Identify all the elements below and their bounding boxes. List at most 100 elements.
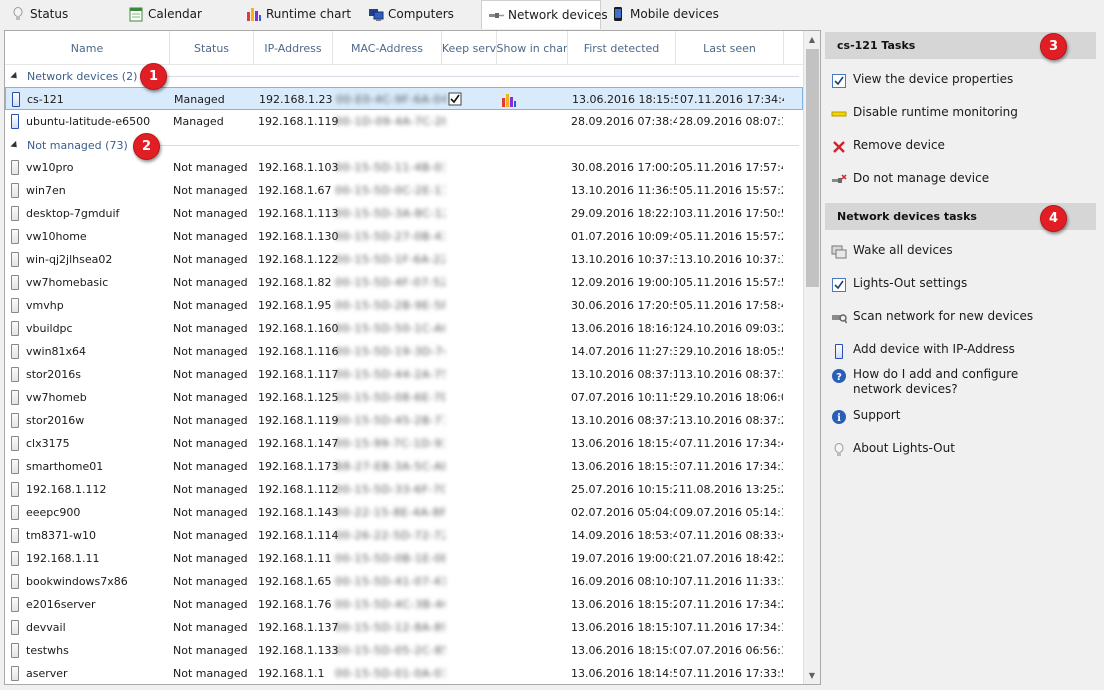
table-row[interactable]: tm8371-w10 Not managed 192.168.1.114 00-26-… xyxy=(5,524,803,547)
table-row[interactable]: ubuntu-latitude-e6500 Managed 192.168.1.… xyxy=(5,110,803,133)
table-row[interactable]: bookwindows7x86 Not managed 192.168.1.65 00… xyxy=(5,570,803,593)
table-row[interactable]: testwhs Not managed 192.168.1.133 00-15-5D-… xyxy=(5,639,803,662)
column-header-ip-address[interactable]: IP-Address xyxy=(254,31,333,65)
task-do-not-manage-device[interactable]: Do not manage device xyxy=(831,171,1097,188)
table-row[interactable]: eeepc900 Not managed 192.168.1.143 00-22-15… xyxy=(5,501,803,524)
table-row[interactable]: win-qj2jlhsea02 Not managed 192.168.1.122 0… xyxy=(5,248,803,271)
wake-icon xyxy=(831,244,847,260)
computers-icon xyxy=(368,6,384,22)
table-row[interactable]: devvail Not managed 192.168.1.137 00-15-5D-… xyxy=(5,616,803,639)
table-header: Name Status IP-Address MAC-Address Keep … xyxy=(5,31,803,65)
checkbox-icon xyxy=(831,73,847,89)
device-icon xyxy=(831,343,847,359)
group-header-network-devices[interactable]: Network devices (2) xyxy=(5,65,803,87)
table-row[interactable]: vw10pro Not managed 192.168.1.103 00-15-5D-… xyxy=(5,156,803,179)
task-wake-all-devices[interactable]: Wake all devices xyxy=(831,243,1097,260)
red-x-icon xyxy=(831,139,847,155)
table-row[interactable]: stor2016s Not managed 192.168.1.117 00-15-5… xyxy=(5,363,803,386)
group-divider xyxy=(145,75,799,77)
calendar-icon xyxy=(128,6,144,22)
bulb-icon xyxy=(831,442,847,458)
group-header-not-managed[interactable]: Not managed (73) xyxy=(5,134,803,156)
task-about-lights-out[interactable]: About Lights-Out xyxy=(831,441,1097,458)
collapse-triangle-icon[interactable] xyxy=(10,140,20,150)
tab-calendar[interactable]: Calendar xyxy=(122,0,202,28)
network-cable-icon xyxy=(488,7,504,23)
task-help-configure-network-devices[interactable]: ? How do I add and configure network dev… xyxy=(831,367,1097,397)
bulb-icon xyxy=(10,6,26,22)
table-row[interactable]: vwin81x64 Not managed 192.168.1.116 00-15-5… xyxy=(5,340,803,363)
tab-bar: Status Calendar Runtime chart Computers … xyxy=(0,0,1104,29)
table-row[interactable]: vbuildpc Not managed 192.168.1.160 00-15-5D… xyxy=(5,317,803,340)
cable-unplug-icon xyxy=(831,172,847,188)
task-view-device-properties[interactable]: View the device properties xyxy=(831,72,1097,89)
collapse-triangle-icon[interactable] xyxy=(10,71,20,81)
column-header-status[interactable]: Status xyxy=(170,31,254,65)
group-divider xyxy=(135,144,799,146)
device-icon xyxy=(11,114,19,129)
callout-badge-2: 2 xyxy=(133,133,160,160)
tab-computers[interactable]: Computers xyxy=(362,0,454,28)
task-support[interactable]: i Support xyxy=(831,408,1097,425)
svg-text:i: i xyxy=(837,413,841,424)
device-icon xyxy=(11,229,19,244)
table-row[interactable]: 192.168.1.112 Not managed 192.168.1.112 00-… xyxy=(5,478,803,501)
callout-badge-3: 3 xyxy=(1040,33,1067,60)
device-icon xyxy=(12,92,20,107)
table-row-selected[interactable]: cs-121 Managed 192.168.1.23 00-E0-4C-9F-… xyxy=(5,87,803,110)
device-icon xyxy=(11,390,19,405)
table-row[interactable]: stor2016w Not managed 192.168.1.119 00-15-5… xyxy=(5,409,803,432)
column-header-first-detected[interactable]: First detected xyxy=(568,31,676,65)
device-icon xyxy=(11,367,19,382)
tab-runtime-chart[interactable]: Runtime chart xyxy=(240,0,351,28)
device-icon xyxy=(11,505,19,520)
table-row[interactable]: win7en Not managed 192.168.1.67 00-15-5D-0C… xyxy=(5,179,803,202)
runtime-chart-icon xyxy=(501,92,517,108)
column-header-name[interactable]: Name xyxy=(5,31,170,65)
device-icon xyxy=(11,344,19,359)
device-icon xyxy=(11,551,19,566)
column-header-last-seen[interactable]: Last seen xyxy=(676,31,784,65)
callout-badge-1: 1 xyxy=(140,63,167,90)
device-icon xyxy=(11,528,19,543)
tab-status[interactable]: Status xyxy=(4,0,68,28)
tab-network-devices[interactable]: Network devices xyxy=(481,0,608,29)
device-icon xyxy=(11,436,19,451)
scrollbar-thumb[interactable] xyxy=(806,49,819,287)
table-row[interactable]: vw7homeb Not managed 192.168.1.125 00-15-5D… xyxy=(5,386,803,409)
mobile-phone-icon xyxy=(610,6,626,22)
device-icon xyxy=(11,321,19,336)
keep-service-checkbox-icon[interactable] xyxy=(448,92,464,108)
column-header-show-in-chart[interactable]: Show in char xyxy=(497,31,568,65)
device-icon xyxy=(11,482,19,497)
table-row[interactable]: smarthome01 Not managed 192.168.1.173 B8-27… xyxy=(5,455,803,478)
device-icon xyxy=(11,298,19,313)
column-header-mac-address[interactable]: MAC-Address xyxy=(333,31,442,65)
device-icon xyxy=(11,620,19,635)
table-row[interactable]: clx3175 Not managed 192.168.1.147 00-15-99-… xyxy=(5,432,803,455)
table-row[interactable]: desktop-7gmduif Not managed 192.168.1.113 0… xyxy=(5,202,803,225)
task-disable-runtime-monitoring[interactable]: Disable runtime monitoring xyxy=(831,105,1097,122)
device-icon xyxy=(11,275,19,290)
scroll-down-arrow-icon[interactable]: ▼ xyxy=(804,667,820,684)
table-row[interactable]: vmvhp Not managed 192.168.1.95 00-15-5D-2B-… xyxy=(5,294,803,317)
table-row[interactable]: vw10home Not managed 192.168.1.130 00-15-5D… xyxy=(5,225,803,248)
task-lights-out-settings[interactable]: Lights-Out settings xyxy=(831,276,1097,293)
vertical-scrollbar[interactable]: ▲ ▼ xyxy=(803,31,820,684)
table-row[interactable]: vw7homebasic Not managed 192.168.1.82 00-15… xyxy=(5,271,803,294)
task-add-device-with-ip[interactable]: Add device with IP-Address xyxy=(831,342,1097,359)
device-icon xyxy=(11,206,19,221)
device-icon xyxy=(11,574,19,589)
table-row[interactable]: e2016server Not managed 192.168.1.76 00-15-… xyxy=(5,593,803,616)
callout-badge-4: 4 xyxy=(1040,205,1067,232)
device-icon xyxy=(11,413,19,428)
scan-icon xyxy=(831,310,848,326)
task-scan-network[interactable]: Scan network for new devices xyxy=(831,309,1097,326)
task-remove-device[interactable]: Remove device xyxy=(831,138,1097,155)
tab-mobile-devices[interactable]: Mobile devices xyxy=(604,0,719,28)
table-row[interactable]: 192.168.1.11 Not managed 192.168.1.11 00-15… xyxy=(5,547,803,570)
scroll-up-arrow-icon[interactable]: ▲ xyxy=(804,31,820,48)
help-icon: ? xyxy=(831,368,847,384)
table-row[interactable]: aserver Not managed 192.168.1.1 00-15-5D-01… xyxy=(5,662,803,684)
column-header-keep-service[interactable]: Keep serv xyxy=(442,31,497,65)
